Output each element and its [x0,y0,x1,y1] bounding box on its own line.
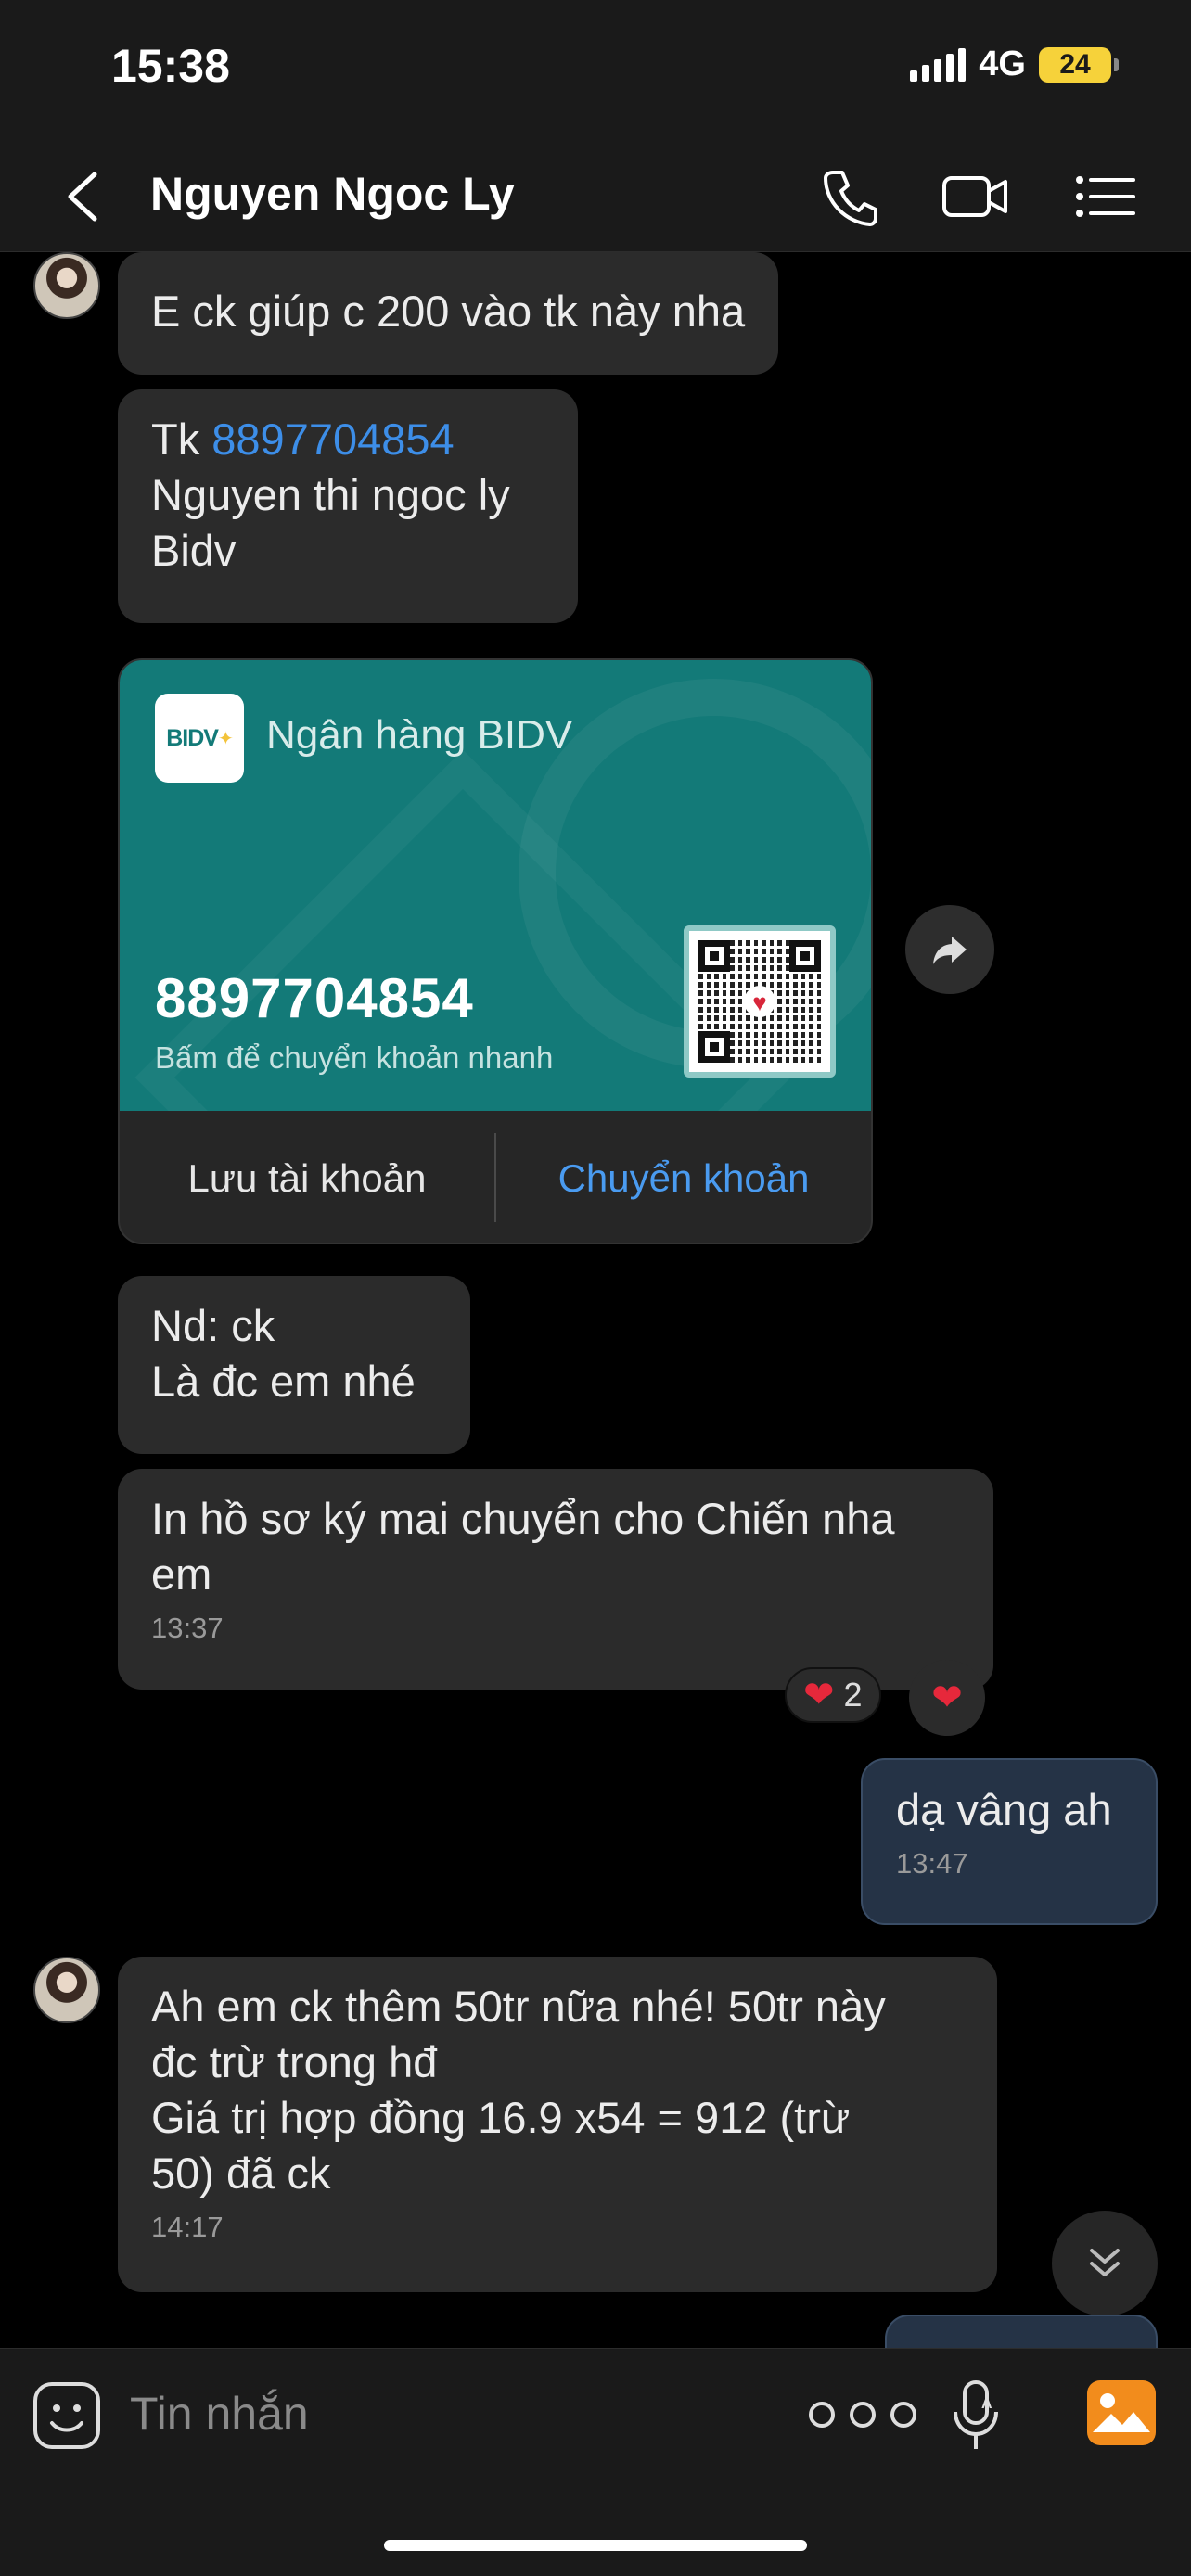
message-text: E ck giúp c 200 vào tk này nha [151,287,746,336]
message-time: 13:47 [896,1847,968,1880]
heart-icon: ♥ [744,986,775,1017]
status-indicators: 4G 24 [910,45,1119,84]
bank-card-header[interactable]: BIDV ✦ Ngân hàng BIDV 8897704854 Bấm để c… [120,660,871,1111]
message-text-line: 50) đã ck [151,2149,331,2198]
bank-account-card[interactable]: BIDV ✦ Ngân hàng BIDV 8897704854 Bấm để c… [118,658,873,1244]
heart-icon: ❤ [803,1675,835,1715]
message-text-line: Bidv [151,526,237,575]
message-composer: A [0,2348,1191,2576]
network-type: 4G [979,45,1026,83]
bank-card-actions: Lưu tài khoản Chuyển khoản [120,1111,871,1243]
home-indicator [384,2540,807,2551]
double-chevron-down-icon [1090,2249,1120,2276]
bidv-logo-icon: BIDV ✦ [155,694,244,783]
message-bubble[interactable]: Ah em ck thêm 50tr nữa nhé! 50tr này đc … [118,1957,997,2292]
message-text-line: Tk 8897704854 [151,412,544,467]
contact-name[interactable]: Nguyen Ngoc Ly [150,167,515,221]
message-text-line: em [151,1549,212,1599]
account-number: 8897704854 [155,967,474,1029]
bank-name: Ngân hàng BIDV [266,712,573,758]
message-text-line: Nd: ck [151,1301,275,1350]
phone-icon[interactable] [813,159,887,234]
video-call-icon[interactable] [939,159,1013,234]
message-text-line: Giá trị hợp đồng 16.9 x54 = 912 (trừ [151,2093,851,2142]
chat-header: Nguyen Ngoc Ly [0,139,1191,252]
message-bubble[interactable]: In hồ sơ ký mai chuyển cho Chiến nha em … [118,1469,993,1690]
bank-logo-text: BIDV [166,724,219,751]
message-bubble[interactable]: Nd: ck Là đc em nhé [118,1276,470,1454]
status-time: 15:38 [111,40,230,92]
save-account-button[interactable]: Lưu tài khoản [120,1111,494,1243]
svg-text:A: A [981,2396,992,2412]
share-arrow-icon [933,937,967,964]
battery-level: 24 [1059,48,1091,80]
forward-button[interactable] [905,905,994,994]
more-options-icon[interactable] [800,2382,926,2447]
contact-avatar[interactable] [33,252,100,319]
reaction-count: 2 [843,1676,863,1714]
qr-code-icon[interactable]: ♥ [684,925,836,1078]
sticker-emoji-icon[interactable] [32,2380,102,2451]
status-bar: 15:38 4G 24 [0,0,1191,139]
account-number-link[interactable]: 8897704854 [211,414,454,464]
message-text-line: In hồ sơ ký mai chuyển cho Chiến nha [151,1494,895,1543]
reaction-summary[interactable]: ❤ 2 [785,1667,881,1723]
heart-icon: ❤ [931,1677,963,1718]
message-bubble[interactable]: E ck giúp c 200 vào tk này nha [118,252,779,375]
signal-icon [910,47,967,82]
microphone-icon[interactable]: A [948,2377,1004,2455]
gallery-image-icon[interactable] [1085,2378,1158,2447]
transfer-button[interactable]: Chuyển khoản [496,1111,871,1243]
battery-icon: 24 [1039,46,1119,83]
quick-transfer-hint: Bấm để chuyển khoản nhanh [155,1040,554,1075]
message-prefix: Tk [151,414,212,464]
scroll-to-bottom-button[interactable] [1052,2211,1158,2316]
my-message-bubble[interactable]: dạ vâng ah 13:47 [861,1758,1158,1925]
message-text-line: Là đc em nhé [151,1357,416,1406]
react-heart-button[interactable]: ❤ [909,1660,985,1736]
message-text-line: Nguyen thi ngoc ly [151,470,510,519]
menu-list-icon[interactable] [1069,159,1143,234]
message-time: 14:17 [151,2211,224,2243]
back-arrow-icon[interactable] [58,169,108,224]
message-bubble[interactable]: Tk 8897704854 Nguyen thi ngoc ly Bidv [118,389,578,623]
message-input[interactable] [130,2377,649,2451]
contact-avatar[interactable] [33,1957,100,2023]
message-time: 13:37 [151,1612,224,1644]
message-text-line: Ah em ck thêm 50tr nữa nhé! 50tr này [151,1982,886,2031]
message-text-line: đc trừ trong hđ [151,2037,438,2086]
message-text: dạ vâng ah [896,1785,1112,1834]
